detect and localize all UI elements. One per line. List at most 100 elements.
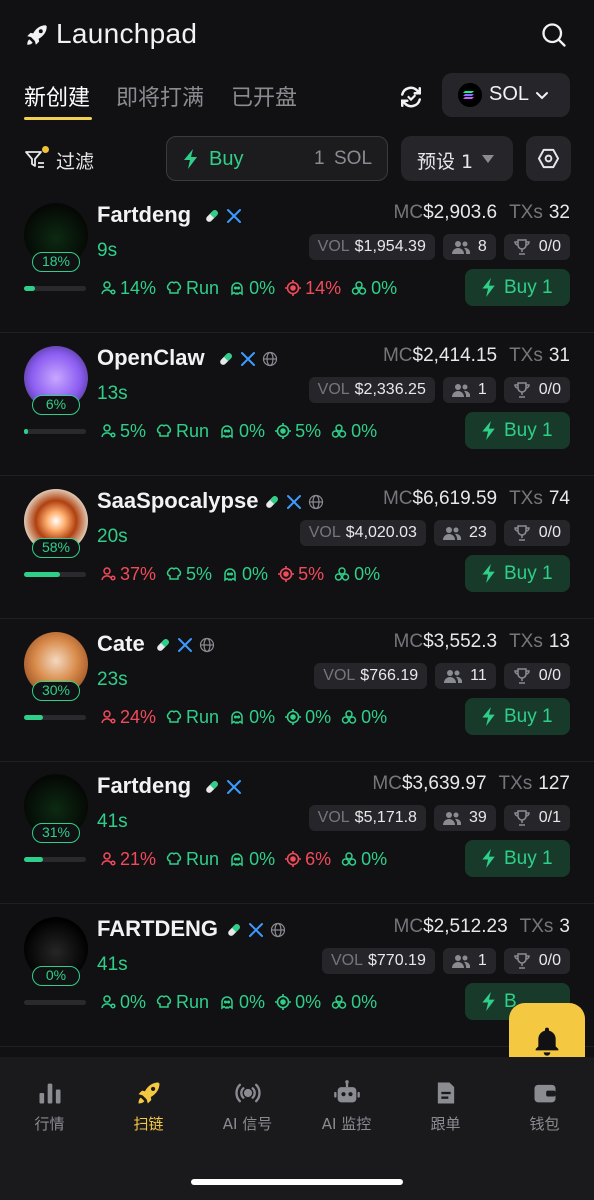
stat-sniper: 0% [219, 421, 265, 442]
tab-opened[interactable]: 已开盘 [231, 80, 297, 112]
cluster-icon [341, 710, 357, 724]
token-row[interactable]: 6% OpenClaw 13s MC$2,414.15 TXs 31 VOL $2,336.2… [0, 333, 594, 476]
holders-value: 8 [477, 238, 487, 255]
token-row[interactable]: 30% Cate 23s MC$3,552.3 TXs 13 VOL $766.19 11 0/0… [0, 619, 594, 762]
holders-chip: 8 [442, 234, 496, 260]
bonding-progress-fill [24, 857, 44, 862]
stat-value: Run [186, 848, 220, 869]
holders-value: 11 [470, 667, 487, 684]
website-globe-icon[interactable] [270, 922, 286, 938]
token-age: 41s [97, 811, 128, 832]
token-social-icons [204, 206, 242, 226]
chef-hat-icon [166, 710, 182, 723]
broadcast-icon [234, 1083, 261, 1103]
stat-holders: 14% [100, 278, 156, 299]
nav-ai-monitor[interactable]: AI 监控 [297, 1079, 396, 1134]
app-header: Launchpad [0, 0, 594, 70]
vol-value: $766.19 [360, 667, 419, 684]
bonding-progress-bar [24, 429, 86, 434]
token-row[interactable]: 58% SaaSpocalypse 20s MC$6,619.59 TXs 74 VOL $4… [0, 476, 594, 619]
chain-label: SOL [489, 83, 530, 105]
token-row[interactable]: 0% FARTDENG 41s MC$2,512.23 TXs 3 VOL $770.19 1 0… [0, 904, 594, 1047]
token-age: 20s [97, 526, 128, 547]
preset-selector[interactable]: 预设 1 [401, 136, 513, 181]
stat-value: 5% [295, 420, 322, 441]
stat-bundle: 0% [331, 421, 377, 442]
vol-label: VOL [317, 809, 350, 826]
x-twitter-icon[interactable] [286, 494, 302, 510]
buy-label: Buy 1 [504, 277, 553, 298]
token-metrics: VOL $4,020.03 23 0/0 [299, 520, 570, 546]
nav-scan[interactable]: 扫链 [99, 1079, 198, 1134]
nav-wallet[interactable]: 钱包 [495, 1079, 594, 1134]
tab-almost-full[interactable]: 即将打满 [116, 80, 204, 112]
ghost-icon [221, 996, 233, 1010]
stat-value: 0% [351, 420, 378, 441]
website-globe-icon[interactable] [308, 494, 324, 510]
x-twitter-icon[interactable] [248, 922, 264, 938]
holder-icon [101, 567, 116, 581]
target-icon [285, 280, 302, 296]
vol-value: $770.19 [368, 952, 426, 969]
bonding-percent-badge: 0% [32, 966, 80, 986]
txs-label: TXs [509, 202, 543, 223]
rocket-icon [138, 1082, 159, 1104]
x-twitter-icon[interactable] [226, 779, 242, 795]
buy-button[interactable]: Buy 1 [465, 698, 570, 735]
token-row[interactable]: 18% Fartdeng 9s MC$2,903.6 TXs 32 VOL $1,954.39… [0, 190, 594, 333]
quick-buy-amount[interactable]: Buy 1 SOL [166, 136, 388, 181]
x-twitter-icon[interactable] [226, 208, 242, 224]
settings-button[interactable] [526, 136, 571, 181]
buy-button[interactable]: Buy 1 [465, 412, 570, 449]
pill-icon [206, 210, 218, 222]
token-row[interactable]: 31% Fartdeng 41s MC$3,639.97 TXs 127 VOL $5,171… [0, 761, 594, 904]
vol-value: $2,336.25 [354, 381, 426, 398]
token-social-icons [204, 777, 242, 797]
pill-icon [228, 924, 240, 936]
trophy-value: 0/0 [538, 952, 561, 969]
holders-chip: 11 [435, 663, 496, 689]
stat-value: Run [186, 706, 220, 727]
cluster-icon [331, 424, 347, 438]
x-twitter-icon[interactable] [240, 351, 256, 367]
tab-new[interactable]: 新创建 [24, 80, 90, 112]
stat-sniper: 0% [229, 707, 275, 728]
pill-icon [266, 496, 278, 508]
nav-label: 扫链 [133, 1115, 164, 1133]
holders-chip: 23 [433, 520, 496, 546]
stat-sniper: 0% [219, 992, 265, 1013]
nav-ai-signal[interactable]: AI 信号 [198, 1079, 297, 1134]
stat-value: 0% [305, 706, 332, 727]
nav-copy-trade[interactable]: 跟单 [396, 1079, 495, 1134]
stat-value: 0% [249, 706, 276, 727]
search-icon[interactable] [540, 21, 568, 49]
buy-button[interactable]: Buy 1 [465, 840, 570, 877]
refresh-icon[interactable] [396, 82, 426, 112]
stat-value: 0% [249, 277, 276, 298]
nav-market[interactable]: 行情 [0, 1079, 99, 1134]
trophy-value: 0/0 [538, 667, 561, 684]
website-globe-icon[interactable] [199, 637, 215, 653]
stat-value: 5% [186, 563, 213, 584]
token-name: OpenClaw [97, 345, 205, 370]
trophy-chip: 0/1 [503, 805, 570, 831]
x-twitter-icon[interactable] [177, 637, 193, 653]
stat-dev: Run [166, 849, 219, 870]
trophy-chip: 0/0 [503, 663, 570, 689]
mc-value: $6,619.59 [412, 488, 498, 509]
bonding-progress-bar [24, 715, 86, 720]
stat-bundle: 0% [341, 707, 387, 728]
buy-button[interactable]: Buy 1 [465, 555, 570, 592]
chain-selector[interactable]: SOL [442, 73, 570, 117]
token-name: FARTDENG [97, 916, 218, 941]
document-icon [437, 1082, 454, 1104]
txs-label: TXs [509, 488, 543, 509]
market-cap: MC$2,903.6 TXs 32 [394, 202, 570, 224]
stat-value: Run [176, 420, 210, 441]
stat-holders: 24% [100, 707, 156, 728]
mc-value: $2,414.15 [412, 345, 498, 366]
buy-button[interactable]: Buy 1 [465, 269, 570, 306]
stat-value: 0% [239, 991, 266, 1012]
website-globe-icon[interactable] [262, 351, 278, 367]
users-icon [451, 241, 470, 254]
